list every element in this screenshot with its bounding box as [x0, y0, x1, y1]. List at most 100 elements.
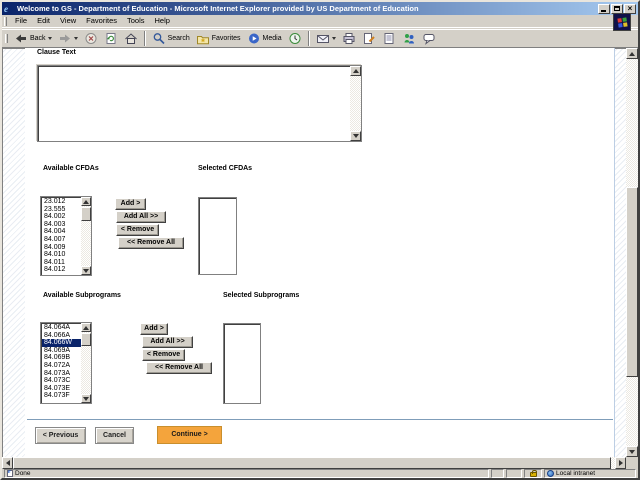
subprogram-option[interactable]: 84.069B: [42, 354, 81, 362]
horizontal-scrollbar[interactable]: [2, 457, 626, 469]
arrow-up-icon: [83, 199, 89, 204]
cfda-option[interactable]: 23.012: [42, 198, 81, 206]
scrollbar-thumb[interactable]: [626, 187, 638, 377]
available-cfdas-listbox[interactable]: 23.012 23.555 84.002 84.003 84.004 84.007 84.0…: [40, 196, 92, 276]
cfda-option[interactable]: 84.011: [42, 259, 81, 267]
subprogram-option[interactable]: 84.072A: [42, 362, 81, 370]
scroll-down-button[interactable]: [350, 131, 361, 141]
home-button[interactable]: [121, 30, 141, 47]
back-button[interactable]: Back: [11, 30, 55, 47]
selected-subprograms-listbox[interactable]: [223, 323, 261, 404]
scroll-up-button[interactable]: [81, 323, 91, 332]
scroll-down-button[interactable]: [626, 446, 638, 457]
clause-textarea[interactable]: [37, 65, 362, 142]
forward-button[interactable]: [55, 30, 81, 47]
messenger-button[interactable]: [399, 30, 419, 47]
scroll-right-button[interactable]: [615, 457, 626, 469]
scroll-up-button[interactable]: [626, 48, 638, 59]
back-icon: [16, 34, 26, 42]
home-icon: [124, 32, 137, 44]
refresh-button[interactable]: [101, 30, 121, 47]
subprogram-option[interactable]: 84.069A: [42, 347, 81, 355]
scrollbar-thumb[interactable]: [81, 333, 91, 346]
subprogram-option[interactable]: 84.073C: [42, 377, 81, 385]
subprogram-add-all-button[interactable]: Add All >>: [142, 336, 193, 348]
search-button[interactable]: Search: [149, 30, 193, 47]
edit-with-word-button[interactable]: [379, 30, 399, 47]
status-spacer-panel: [491, 469, 504, 478]
subprogram-remove-all-button[interactable]: << Remove All: [146, 362, 212, 374]
subprogram-option[interactable]: 84.066W: [42, 339, 81, 347]
listbox-scrollbar[interactable]: [81, 197, 91, 275]
media-button[interactable]: Media: [244, 30, 285, 47]
toolbar-separator: [143, 30, 146, 46]
cfda-option[interactable]: 84.009: [42, 244, 81, 252]
cfda-add-button[interactable]: Add >: [115, 198, 146, 210]
subprogram-option[interactable]: 84.066A: [42, 332, 81, 340]
minimize-icon: [601, 9, 606, 12]
previous-button[interactable]: < Previous: [35, 427, 86, 444]
search-icon: [153, 32, 165, 44]
intranet-zone-icon: [547, 470, 554, 477]
toolbar-grip[interactable]: [5, 33, 8, 43]
cfda-remove-all-button[interactable]: << Remove All: [118, 237, 184, 249]
subprogram-option[interactable]: 84.073E: [42, 385, 81, 393]
subprogram-option[interactable]: 84.064A: [42, 324, 81, 332]
scroll-up-button[interactable]: [350, 66, 361, 76]
favorites-icon: [196, 35, 209, 44]
edit-button[interactable]: [359, 30, 379, 47]
clause-textarea-scrollbar[interactable]: [350, 66, 361, 141]
cfda-option[interactable]: 84.007: [42, 236, 81, 244]
stop-button[interactable]: [81, 30, 101, 47]
scroll-left-button[interactable]: [2, 457, 13, 469]
menu-item[interactable]: Favorites: [81, 15, 122, 27]
scroll-down-button[interactable]: [81, 394, 91, 403]
mail-button[interactable]: [313, 30, 339, 47]
menu-item[interactable]: Tools: [122, 15, 150, 27]
restore-button[interactable]: [611, 3, 623, 14]
cfda-add-all-button[interactable]: Add All >>: [116, 211, 166, 223]
print-button[interactable]: [339, 30, 359, 47]
menubar-grip[interactable]: [4, 16, 7, 26]
subprogram-remove-button[interactable]: < Remove: [142, 349, 185, 361]
continue-button[interactable]: Continue >: [157, 426, 222, 444]
menu-item[interactable]: Help: [150, 15, 175, 27]
subprogram-option[interactable]: 84.073F: [42, 392, 81, 400]
available-cfdas-items: 23.012 23.555 84.002 84.003 84.004 84.007 84.0…: [42, 198, 81, 274]
minimize-button[interactable]: [598, 3, 610, 14]
discuss-button[interactable]: [419, 30, 439, 47]
menu-bar: File Edit View Favorites Tools Help: [2, 15, 638, 28]
title-bar[interactable]: e Welcome to GS - Department of Educatio…: [2, 2, 638, 15]
toolbar-separator: [307, 30, 310, 46]
favorites-button[interactable]: Favorites: [193, 30, 244, 47]
vertical-scrollbar[interactable]: [626, 48, 638, 457]
cfda-option[interactable]: 84.004: [42, 228, 81, 236]
scrollbar-thumb[interactable]: [13, 457, 611, 469]
cfda-remove-button[interactable]: < Remove: [116, 224, 159, 236]
cfda-option[interactable]: 84.003: [42, 221, 81, 229]
menu-item[interactable]: File: [10, 15, 32, 27]
menu-item[interactable]: Edit: [32, 15, 55, 27]
mail-icon: [316, 34, 329, 43]
selected-cfdas-listbox[interactable]: [198, 197, 237, 275]
cancel-button[interactable]: Cancel: [95, 427, 134, 444]
history-button[interactable]: [285, 30, 305, 47]
available-subprograms-listbox[interactable]: 84.064A 84.066A 84.066W 84.069A 84.069B 84.07…: [40, 322, 92, 404]
listbox-scrollbar[interactable]: [81, 323, 91, 403]
forward-dropdown-icon[interactable]: [73, 36, 78, 40]
back-dropdown-icon[interactable]: [47, 36, 52, 40]
menu-item[interactable]: View: [55, 15, 81, 27]
cfda-option[interactable]: 84.002: [42, 213, 81, 221]
cfda-option[interactable]: 23.555: [42, 206, 81, 214]
mail-dropdown-icon[interactable]: [331, 36, 336, 40]
status-spacer-panel: [506, 469, 522, 478]
subprogram-option[interactable]: 84.073A: [42, 370, 81, 378]
scroll-up-button[interactable]: [81, 197, 91, 206]
scrollbar-thumb[interactable]: [81, 207, 91, 221]
scroll-down-button[interactable]: [81, 266, 91, 275]
subprogram-add-button[interactable]: Add >: [140, 323, 168, 335]
close-button[interactable]: ×: [624, 3, 636, 14]
lock-icon: [529, 470, 537, 477]
cfda-option[interactable]: 84.010: [42, 251, 81, 259]
cfda-option[interactable]: 84.012: [42, 266, 81, 274]
